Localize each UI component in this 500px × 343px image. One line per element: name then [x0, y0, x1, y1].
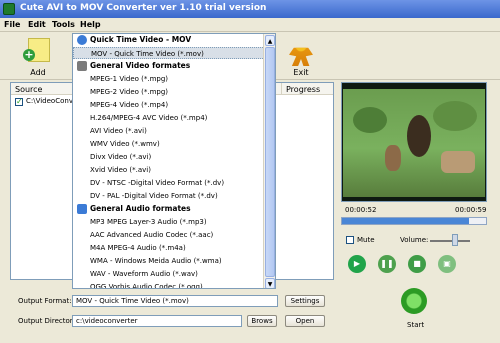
option-dv-ntsc[interactable]: DV - NTSC -Digital Video Format (*.dv)	[73, 177, 265, 189]
start-label[interactable]: Start	[407, 321, 424, 329]
option-xvid[interactable]: Xvid Video (*.avi)	[73, 164, 265, 176]
group-video: General Video formates	[73, 60, 265, 72]
window-titlebar: Cute AVI to MOV Converter ver 1.10 trial…	[0, 0, 500, 18]
exit-label: Exit	[293, 68, 309, 77]
snapshot-button[interactable]: ▣	[438, 255, 456, 273]
option-mpeg4[interactable]: MPEG-4 Video (*.mp4)	[73, 99, 265, 111]
scroll-down-arrow-icon[interactable]: ▼	[265, 278, 275, 288]
output-directory-input[interactable]: c:\videoconverter	[72, 315, 242, 327]
option-avi[interactable]: AVI Video (*.avi)	[73, 125, 265, 137]
scene-bush	[433, 101, 477, 131]
output-format-dropdown-list[interactable]: Quick Time Video - MOV MOV - Quick Time …	[72, 33, 276, 289]
music-note-icon	[77, 204, 87, 214]
scroll-thumb[interactable]	[265, 47, 275, 277]
scroll-up-arrow-icon[interactable]: ▲	[265, 35, 275, 46]
column-progress[interactable]: Progress	[286, 85, 320, 94]
volume-track[interactable]	[430, 240, 470, 242]
video-preview	[341, 82, 487, 202]
dropdown-scrollbar[interactable]: ▲ ▼	[263, 34, 275, 288]
format-options: Quick Time Video - MOV MOV - Quick Time …	[73, 34, 265, 288]
seek-bar[interactable]	[341, 217, 487, 225]
option-wmv[interactable]: WMV Video (*.wmv)	[73, 138, 265, 150]
option-h264[interactable]: H.264/MPEG-4 AVC Video (*.mp4)	[73, 112, 265, 124]
volume-label: Volume:	[400, 236, 429, 244]
option-m4a[interactable]: M4A MPEG-4 Audio (*.m4a)	[73, 242, 265, 254]
column-separator	[281, 83, 282, 95]
file-row-checkbox[interactable]	[15, 97, 23, 106]
exit-icon	[289, 47, 313, 66]
mute-label: Mute	[357, 236, 375, 244]
menu-edit[interactable]: Edit	[28, 20, 46, 29]
option-ogg[interactable]: OGG Vorbis Audio Codec (*.ogg)	[73, 281, 265, 288]
add-label: Add	[30, 68, 46, 77]
option-mp3[interactable]: MP3 MPEG Layer-3 Audio (*.mp3)	[73, 216, 265, 228]
seek-bar-fill	[342, 218, 469, 224]
column-source[interactable]: Source	[15, 85, 42, 94]
menu-help[interactable]: Help	[80, 20, 101, 29]
settings-button[interactable]: Settings	[285, 295, 325, 307]
output-format-label: Output Format:	[18, 297, 72, 305]
option-mov[interactable]: MOV - Quick Time Video (*.mov)	[73, 47, 265, 59]
menu-bar: File Edit Tools Help	[0, 18, 500, 32]
output-directory-label: Output Directory:	[18, 317, 79, 325]
option-wma[interactable]: WMA - Windows Meida Audio (*.wma)	[73, 255, 265, 267]
play-button[interactable]: ▶	[348, 255, 366, 273]
pause-button[interactable]: ❚❚	[378, 255, 396, 273]
option-dv-pal[interactable]: DV - PAL -Digital Video Format (*.dv)	[73, 190, 265, 202]
hedgehog-figure	[407, 115, 431, 157]
window-title: Cute AVI to MOV Converter ver 1.10 trial…	[20, 3, 267, 13]
app-icon	[3, 3, 15, 15]
volume-slider-handle[interactable]	[452, 234, 458, 246]
add-button[interactable]: Add	[16, 34, 60, 78]
option-wav[interactable]: WAV - Waveform Audio (*.wav)	[73, 268, 265, 280]
group-label: General Audio formates	[90, 204, 191, 213]
group-label: Quick Time Video - MOV	[90, 35, 192, 44]
start-convert-icon[interactable]	[401, 288, 427, 314]
browse-button[interactable]: Brows	[247, 315, 277, 327]
add-file-icon	[23, 38, 50, 62]
mute-checkbox[interactable]	[346, 236, 354, 244]
film-icon	[77, 61, 87, 71]
quicktime-icon	[77, 35, 87, 45]
group-audio: General Audio formates	[73, 203, 265, 215]
open-button[interactable]: Open	[285, 315, 325, 327]
menu-tools[interactable]: Tools	[52, 20, 75, 29]
time-current: 00:00:52	[345, 206, 377, 214]
scene-bush	[353, 107, 387, 133]
video-frame	[343, 89, 485, 197]
basket-figure	[441, 151, 475, 173]
option-mpeg2[interactable]: MPEG-2 Video (*.mpg)	[73, 86, 265, 98]
menu-file[interactable]: File	[4, 20, 20, 29]
group-label: General Video formates	[90, 61, 191, 70]
time-total: 00:00:59	[455, 206, 487, 214]
mouse-figure	[385, 145, 401, 171]
group-quicktime: Quick Time Video - MOV	[73, 34, 265, 46]
option-mpeg1[interactable]: MPEG-1 Video (*.mpg)	[73, 73, 265, 85]
option-aac[interactable]: AAC Advanced Audio Codec (*.aac)	[73, 229, 265, 241]
output-format-select[interactable]: MOV - Quick Time Video (*.mov)	[72, 295, 278, 307]
exit-button[interactable]: Exit	[279, 34, 323, 78]
stop-button[interactable]: ■	[408, 255, 426, 273]
option-divx[interactable]: Divx Video (*.avi)	[73, 151, 265, 163]
